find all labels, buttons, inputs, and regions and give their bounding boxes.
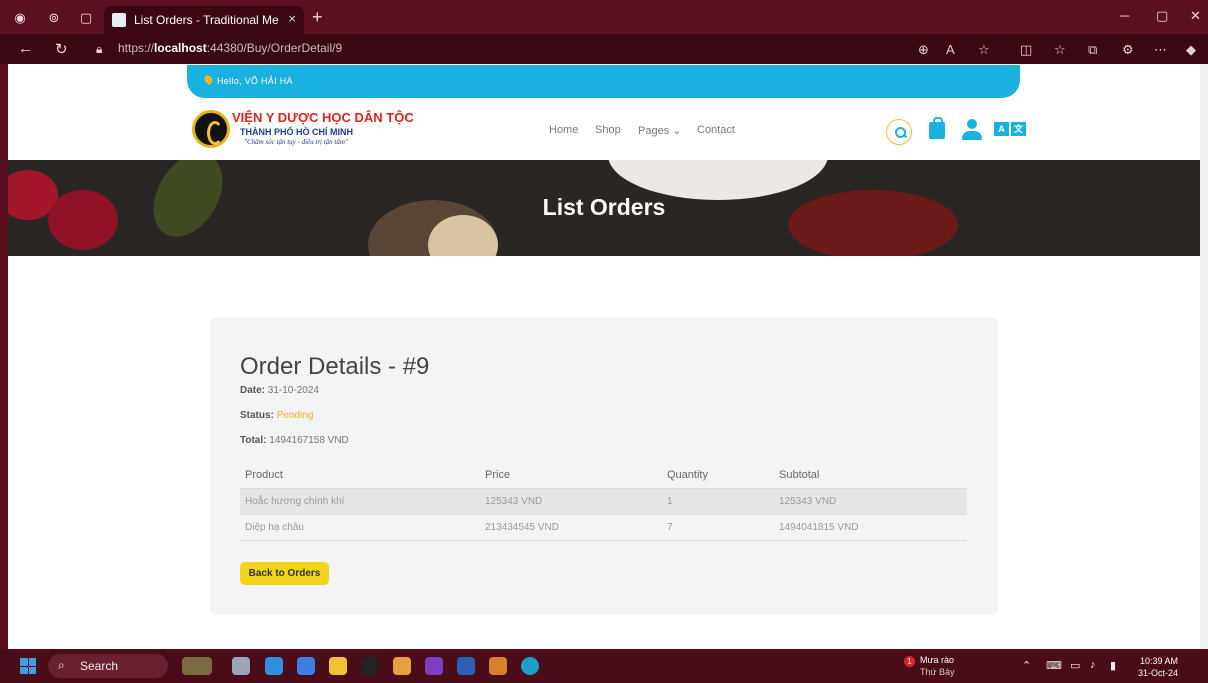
search-icon: ⌕ [58,658,65,672]
windows-start-icon[interactable] [20,658,36,674]
extensions-icon[interactable]: ⚙ [1122,42,1134,58]
refresh-icon[interactable]: ↻ [55,40,68,58]
url-field[interactable]: https://localhost:44380/Buy/OrderDetail/… [118,41,342,55]
battery-icon[interactable]: ▮ [1110,659,1116,672]
greeting-bar: Hello, VÕ HẢI HÀ [187,65,1020,98]
logo-emblem-icon [192,110,230,148]
subtotal-cell: 125343 VND [774,488,967,515]
order-details-card: Order Details - #9 Date: 31-10-2024 Stat… [210,317,998,615]
app-icon[interactable] [489,657,507,675]
task-view-icon[interactable] [232,657,250,675]
page-title: List Orders [542,194,666,220]
search-icon[interactable] [886,119,912,145]
keyboard-icon[interactable]: ⌨ [1046,659,1062,672]
browser-tab-active[interactable]: List Orders - Traditional Medicine × [104,6,304,34]
order-items-table: Product Price Quantity Subtotal Hoắc hươ… [240,462,967,541]
quantity-cell: 1 [662,488,774,515]
logo-slogan: "Chăm sóc tận tụy - điều trị tận tâm" [244,138,348,146]
order-date: Date: 31-10-2024 [240,385,319,396]
app-icon[interactable] [297,657,315,675]
site-logo[interactable]: VIỆN Y DƯỢC HỌC DÂN TỘC THÀNH PHỐ HỒ CHÍ… [192,108,414,153]
split-screen-icon[interactable]: ◫ [1020,42,1032,58]
tiktok-icon[interactable] [361,657,379,675]
more-icon[interactable]: ⋯ [1154,42,1167,58]
order-heading: Order Details - #9 [240,353,430,380]
back-arrow-icon[interactable]: ← [18,40,33,57]
file-explorer-icon[interactable] [329,657,347,675]
nav-shop[interactable]: Shop [595,124,621,136]
system-clock[interactable]: 10:39 AM 31-Oct-24 [1138,655,1178,679]
page-viewport: Hello, VÕ HẢI HÀ VIỆN Y DƯỢC HỌC DÂN TỘC… [8,64,1200,649]
logo-subtitle: THÀNH PHỐ HỒ CHÍ MINH [240,127,353,137]
notification-badge: 1 [904,656,915,667]
visual-studio-icon[interactable] [425,657,443,675]
lock-icon[interactable]: 🔒︎ [96,42,102,57]
price-cell: 213434545 VND [480,514,662,541]
collections-icon[interactable]: ⧉ [1088,42,1097,58]
workspaces-icon[interactable]: ⊚ [46,10,62,26]
read-aloud-icon[interactable]: A [946,42,955,57]
close-window-icon[interactable]: ✕ [1190,8,1201,24]
windows-taskbar: ⌕ Search 1 Mưa rào Thứ Bảy ⌃ ⌨ ▭ ♪ ▮ 10:… [0,649,1208,683]
location-pin-icon [202,73,215,86]
column-header: Subtotal [774,462,967,489]
weather-widget[interactable]: 1 Mưa rào Thứ Bảy [904,654,955,678]
product-cell: Hoắc hương chính khí [240,488,480,515]
user-icon[interactable] [962,119,982,141]
favorite-star-icon[interactable]: ☆ [978,42,990,58]
volume-icon[interactable]: ♪ [1090,659,1096,671]
order-status: Status: Pending [240,410,314,421]
word-icon[interactable] [457,657,475,675]
widgets-icon[interactable] [182,657,212,675]
weather-day: Thứ Bảy [920,667,955,677]
logo-title: VIỆN Y DƯỢC HỌC DÂN TỘC [232,110,414,125]
zoom-icon[interactable]: ⊕ [918,42,929,58]
minimize-icon[interactable]: ─ [1120,8,1129,23]
edge-icon[interactable] [265,657,283,675]
network-icon[interactable]: ▭ [1070,659,1080,672]
table-row: Diệp hạ châu 213434545 VND 7 1494041815 … [240,514,967,541]
shopping-bag-icon[interactable] [929,117,945,139]
browser-tab-strip: ◉ ⊚ ▢ List Orders - Traditional Medicine… [0,0,1208,34]
column-header: Product [240,462,480,489]
nav-contact[interactable]: Contact [697,124,735,136]
column-header: Quantity [662,462,774,489]
close-tab-icon[interactable]: × [288,11,296,26]
subtotal-cell: 1494041815 VND [774,514,967,541]
copilot-icon[interactable]: ◆ [1186,42,1196,58]
nav-home[interactable]: Home [549,124,578,136]
quantity-cell: 7 [662,514,774,541]
back-to-orders-button[interactable]: Back to Orders [240,562,329,585]
column-header: Price [480,462,662,489]
favorites-icon[interactable]: ☆ [1054,42,1066,58]
greeting-text: Hello, VÕ HẢI HÀ [217,76,293,86]
chevron-up-icon[interactable]: ⌃ [1022,659,1031,672]
tab-title: List Orders - Traditional Medicine [134,13,279,27]
page-scrollbar[interactable] [1200,64,1208,649]
product-cell: Diệp hạ châu [240,514,480,541]
favicon-icon [112,13,126,27]
new-tab-button[interactable]: + [312,7,323,28]
table-header-row: Product Price Quantity Subtotal [240,462,967,489]
address-toolbar: ← ↻ 🔒︎ https://localhost:44380/Buy/Order… [0,34,1208,64]
app-icon[interactable] [393,657,411,675]
profile-icon[interactable]: ◉ [12,10,28,26]
status-badge: Pending [276,410,314,421]
table-row: Hoắc hương chính khí 125343 VND 1 125343… [240,488,967,515]
order-total: Total: 1494167158 VND [240,435,349,446]
tab-actions-icon[interactable]: ▢ [78,10,94,26]
edge-browser-icon[interactable] [521,657,539,675]
page-hero-banner: List Orders [8,160,1200,256]
price-cell: 125343 VND [480,488,662,515]
restore-icon[interactable]: ▢ [1156,8,1168,24]
translate-icon[interactable]: A 文 [994,122,1027,136]
taskbar-search[interactable]: ⌕ Search [48,654,168,678]
nav-pages[interactable]: Pages ⌄ [638,124,681,137]
